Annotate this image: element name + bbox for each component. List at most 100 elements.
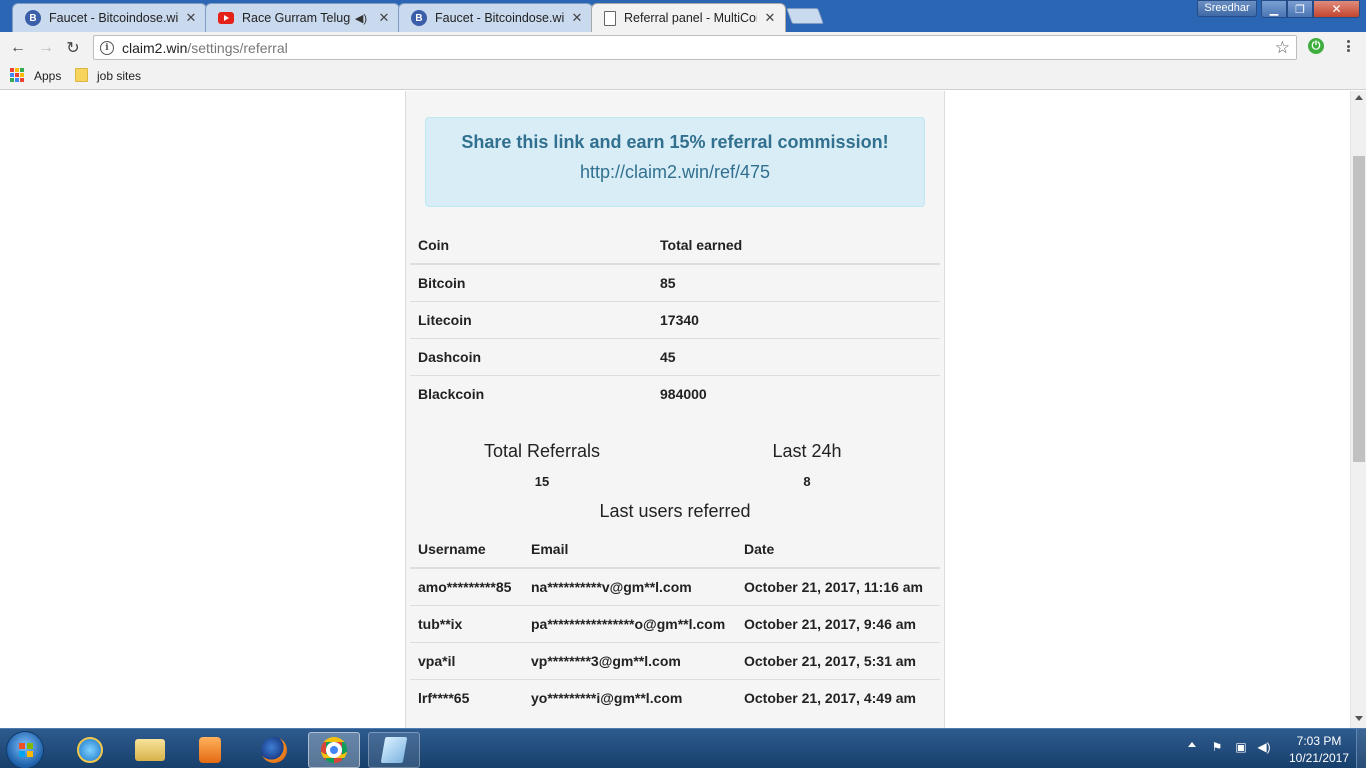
- bitcoin-icon: B: [25, 10, 41, 26]
- file-explorer-taskbar-button[interactable]: [124, 732, 176, 768]
- firefox-taskbar-button[interactable]: [248, 732, 300, 768]
- user-date: October 21, 2017, 11:16 am: [736, 567, 940, 605]
- table-row: tub**ix pa****************o@gm**l.com Oc…: [410, 604, 940, 642]
- bookmark-job-sites[interactable]: job sites: [97, 69, 141, 83]
- last-24h-value: 8: [803, 474, 811, 489]
- table-row: vpa*il vp********3@gm**l.com October 21,…: [410, 641, 940, 679]
- volume-icon[interactable]: ◀): [1257, 741, 1271, 754]
- clock-date[interactable]: 10/21/2017: [1280, 751, 1358, 765]
- table-header-row: Username Email Date: [410, 530, 940, 569]
- user-date: October 21, 2017, 4:49 am: [736, 678, 940, 716]
- show-hidden-icons-arrow-icon[interactable]: [1188, 742, 1196, 747]
- extension-icon[interactable]: ⏻: [1308, 38, 1324, 54]
- close-window-button[interactable]: ✕: [1313, 0, 1360, 18]
- user-email: yo*********i@gm**l.com: [523, 678, 736, 716]
- close-icon[interactable]: ✕: [570, 10, 584, 26]
- url-host: claim2.win: [122, 39, 188, 56]
- tab-faucet-2[interactable]: B Faucet - Bitcoindose.win ✕: [398, 3, 593, 32]
- windows-logo-icon: [19, 743, 33, 757]
- earnings-table: Coin Total earned Bitcoin 85 Litecoin 17…: [410, 226, 940, 412]
- show-desktop-button[interactable]: [1356, 729, 1366, 768]
- coin-earned: 45: [652, 337, 940, 375]
- user-email: vp********3@gm**l.com: [523, 641, 736, 679]
- scrollbar-thumb[interactable]: [1353, 156, 1365, 462]
- referral-heading: Share this link and earn 15% referral co…: [461, 132, 889, 152]
- total-referrals-value: 15: [534, 474, 550, 489]
- coin-name: Dashcoin: [410, 337, 652, 375]
- table-row: Dashcoin 45: [410, 337, 940, 375]
- internet-explorer-taskbar-button[interactable]: [64, 732, 116, 768]
- start-button[interactable]: [6, 731, 44, 768]
- coin-name: Bitcoin: [418, 274, 466, 291]
- back-arrow-icon[interactable]: ←: [8, 38, 28, 58]
- table-row: lrf****65 yo*********i@gm**l.com October…: [410, 678, 940, 716]
- column-header-username: Username: [410, 530, 523, 569]
- tab-title: Referral panel - MultiCoi: [624, 11, 757, 25]
- total-referrals-label: Total Referrals: [483, 441, 601, 461]
- coin-name: Blackcoin: [410, 374, 652, 412]
- user-username: vpa*il: [410, 641, 523, 679]
- user-username: amo*********85: [410, 567, 523, 605]
- close-icon[interactable]: ✕: [184, 10, 198, 26]
- network-icon[interactable]: ▣: [1234, 741, 1248, 754]
- youtube-icon: [218, 12, 234, 24]
- table-header-row: Coin Total earned: [410, 226, 940, 265]
- profile-button[interactable]: Sreedhar: [1197, 0, 1257, 17]
- column-header-total-earned: Total earned: [652, 226, 940, 265]
- tab-youtube[interactable]: Race Gurram Telugu F ◀) ✕: [205, 3, 400, 32]
- forward-arrow-icon[interactable]: →: [36, 38, 56, 58]
- apps-grid-icon[interactable]: [10, 68, 24, 82]
- table-row: Bitcoin 85: [410, 264, 940, 301]
- media-player-icon: [199, 737, 221, 763]
- user-date: October 21, 2017, 5:31 am: [736, 641, 940, 679]
- internet-explorer-icon: [77, 737, 103, 763]
- browser-tab-strip: B Faucet - Bitcoindose.win ✕ Race Gurram…: [0, 0, 1366, 32]
- bookmark-apps[interactable]: Apps: [34, 69, 61, 83]
- action-center-flag-icon[interactable]: ⚑: [1210, 741, 1224, 754]
- speaker-icon[interactable]: ◀): [355, 12, 367, 25]
- maximize-button[interactable]: ❐: [1287, 0, 1313, 18]
- windows-taskbar: [0, 728, 1366, 768]
- close-icon[interactable]: ✕: [763, 10, 777, 26]
- user-date: October 21, 2017, 9:46 am: [736, 604, 940, 642]
- clock-time[interactable]: 7:03 PM: [1284, 734, 1354, 748]
- referral-alert: Share this link and earn 15% referral co…: [425, 117, 925, 207]
- column-header-email: Email: [523, 530, 736, 569]
- table-row: Litecoin 17340: [410, 300, 940, 338]
- folder-icon: [75, 68, 88, 82]
- notepad-taskbar-button[interactable]: [368, 732, 420, 768]
- media-player-taskbar-button[interactable]: [184, 732, 236, 768]
- reload-icon[interactable]: ↻: [63, 38, 83, 58]
- bitcoin-icon: B: [411, 10, 427, 26]
- page-scrollbar[interactable]: [1350, 91, 1366, 728]
- tab-faucet-1[interactable]: B Faucet - Bitcoindose.win ✕: [12, 3, 207, 32]
- close-icon[interactable]: ✕: [377, 10, 391, 26]
- column-header-date: Date: [736, 530, 940, 569]
- minimize-button[interactable]: ▁: [1261, 0, 1287, 18]
- table-row: amo*********85 na**********v@gm**l.com O…: [410, 567, 940, 605]
- chrome-icon: [321, 737, 347, 763]
- chrome-taskbar-button[interactable]: [308, 732, 360, 768]
- page-viewport: Share this link and earn 15% referral co…: [0, 91, 1350, 728]
- tab-title: Faucet - Bitcoindose.win: [49, 11, 178, 25]
- last-24h-label: Last 24h: [772, 441, 842, 461]
- address-bar[interactable]: i claim2.win/settings/referral ☆: [93, 35, 1297, 60]
- menu-kebab-icon[interactable]: [1343, 37, 1353, 55]
- tab-referral-panel[interactable]: Referral panel - MultiCoi ✕: [591, 3, 786, 32]
- info-icon[interactable]: i: [100, 40, 114, 55]
- scroll-down-arrow-icon[interactable]: [1355, 716, 1363, 721]
- new-tab-button[interactable]: [786, 8, 824, 24]
- firefox-icon: [261, 737, 287, 763]
- coin-earned: 17340: [652, 300, 940, 338]
- user-email: na**********v@gm**l.com: [523, 567, 736, 605]
- browser-toolbar: ← → ↻ i claim2.win/settings/referral ☆: [0, 32, 1366, 62]
- folder-icon: [135, 739, 165, 761]
- tab-title: Race Gurram Telugu F: [242, 11, 351, 25]
- bookmark-star-icon[interactable]: ☆: [1275, 38, 1290, 58]
- scroll-up-arrow-icon[interactable]: [1355, 95, 1363, 100]
- bookmarks-bar: [0, 62, 1366, 90]
- last-users-table: Username Email Date amo*********85 na***…: [410, 530, 940, 716]
- table-row: Blackcoin 984000: [410, 374, 940, 412]
- last-users-title: Last users referred: [599, 501, 751, 521]
- referral-link[interactable]: http://claim2.win/ref/475: [426, 162, 924, 183]
